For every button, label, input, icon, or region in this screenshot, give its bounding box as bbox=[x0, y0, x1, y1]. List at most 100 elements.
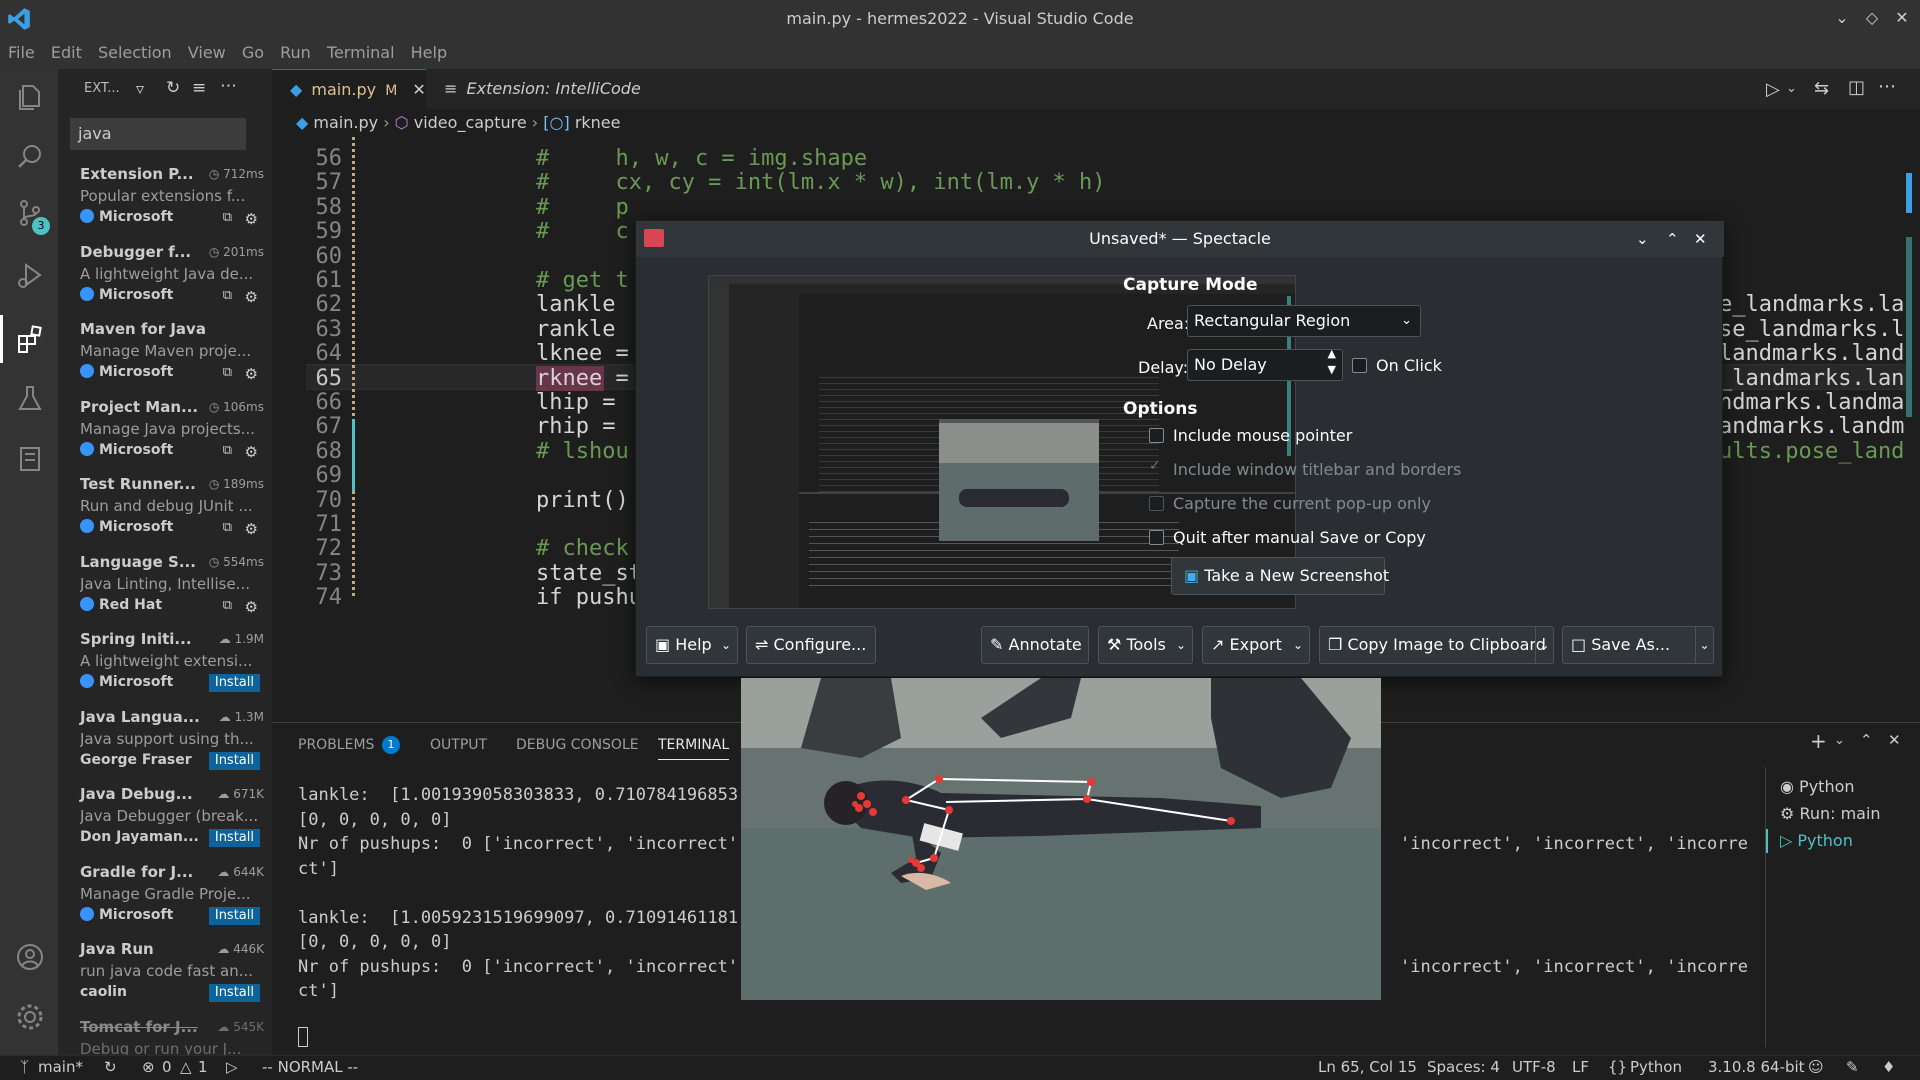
tab-terminal[interactable]: TERMINAL bbox=[658, 737, 730, 760]
sync-ignored-icon[interactable]: ⧉ bbox=[223, 365, 232, 380]
extension-item[interactable]: Project Man... ◷ 106ms Manage Java project… bbox=[58, 398, 272, 476]
extension-item[interactable]: Java Debug... ☁ 671K Java Debugger (break.… bbox=[58, 785, 272, 863]
manage-gear-icon[interactable]: ⚙ bbox=[245, 288, 258, 306]
close-icon[interactable]: ✕ bbox=[1892, 8, 1912, 28]
menu-edit[interactable]: Edit bbox=[43, 37, 82, 69]
quit-after-save-checkbox[interactable] bbox=[1149, 530, 1164, 545]
settings-gear-icon[interactable] bbox=[14, 1001, 46, 1033]
menu-help[interactable]: Help bbox=[403, 37, 447, 69]
search-icon[interactable] bbox=[14, 141, 46, 173]
save-as-button[interactable]: □ Save As... ⌄ bbox=[1562, 626, 1714, 664]
spectacle-maximize-icon[interactable]: ⌃ bbox=[1666, 221, 1679, 257]
cursor-position[interactable]: Ln 65, Col 15 bbox=[1318, 1058, 1417, 1076]
close-tab-icon[interactable]: ✕ bbox=[412, 80, 425, 99]
tab-problems[interactable]: PROBLEMS bbox=[298, 737, 374, 753]
sync-ignored-icon[interactable]: ⧉ bbox=[223, 443, 232, 458]
extensions-icon[interactable] bbox=[14, 323, 46, 355]
extension-item[interactable]: Java Run ☁ 446K run java code fast an... ca… bbox=[58, 940, 272, 1018]
explorer-icon[interactable] bbox=[14, 81, 46, 113]
breadcrumb-file[interactable]: main.py bbox=[313, 113, 378, 132]
breadcrumb-function[interactable]: video_capture bbox=[414, 113, 527, 132]
encoding[interactable]: UTF-8 bbox=[1512, 1058, 1556, 1076]
extension-search-input[interactable]: java bbox=[70, 118, 246, 150]
tab-main-py[interactable]: ◆ main.py M ✕ bbox=[272, 69, 426, 109]
menu-view[interactable]: View bbox=[180, 37, 226, 69]
line-ending[interactable]: LF bbox=[1572, 1058, 1589, 1076]
sync-ignored-icon[interactable]: ⧉ bbox=[223, 288, 232, 303]
editor-more-icon[interactable]: ⋯ bbox=[1878, 76, 1896, 97]
minimize-icon[interactable]: ⌄ bbox=[1832, 8, 1852, 28]
export-button[interactable]: ↗ Export ⌄ bbox=[1202, 626, 1310, 664]
tools-button[interactable]: ⚒ Tools ⌄ bbox=[1098, 626, 1193, 664]
refresh-icon[interactable]: ↻ bbox=[166, 78, 180, 98]
extension-item[interactable]: Tomcat for J... ☁ 545K Debug or run your J… bbox=[58, 1018, 272, 1056]
manage-gear-icon[interactable]: ⚙ bbox=[245, 210, 258, 228]
new-terminal-icon[interactable]: + bbox=[1810, 729, 1827, 753]
tab-extension-intellicode[interactable]: ≡ Extension: IntelliCode bbox=[426, 69, 652, 109]
annotate-button[interactable]: ✎ Annotate bbox=[981, 626, 1089, 664]
extension-item[interactable]: Debugger f... ◷ 201ms A lightweight Java d… bbox=[58, 243, 272, 321]
configure-button[interactable]: ⇌ Configure... bbox=[746, 626, 876, 664]
menu-run[interactable]: Run bbox=[272, 37, 311, 69]
python-interpreter[interactable]: 3.10.8 64-bit bbox=[1708, 1058, 1805, 1076]
tab-output[interactable]: OUTPUT bbox=[430, 737, 487, 753]
menu-file[interactable]: File bbox=[0, 37, 35, 69]
account-icon[interactable] bbox=[14, 941, 46, 973]
extension-item[interactable]: Gradle for J... ☁ 644K Manage Gradle Proje… bbox=[58, 863, 272, 941]
maximize-panel-icon[interactable]: ⌃ bbox=[1860, 731, 1873, 749]
terminal-item-python-active[interactable]: ▷ Python bbox=[1780, 831, 1853, 850]
chevron-down-icon[interactable]: ⌄ bbox=[1695, 627, 1713, 663]
error-count[interactable]: 0 bbox=[162, 1058, 172, 1076]
take-new-screenshot-button[interactable]: ▣ Take a New Screenshot bbox=[1171, 557, 1389, 595]
maximize-icon[interactable]: ◇ bbox=[1862, 8, 1882, 28]
extension-item[interactable]: Test Runner... ◷ 189ms Run and debug JUnit… bbox=[58, 475, 272, 553]
manage-gear-icon[interactable]: ⚙ bbox=[245, 598, 258, 616]
sync-icon[interactable]: ↻ bbox=[104, 1058, 117, 1076]
branch-status[interactable]: main* bbox=[38, 1058, 83, 1076]
clear-icon[interactable]: ≡ bbox=[192, 78, 206, 98]
indentation[interactable]: Spaces: 4 bbox=[1427, 1058, 1500, 1076]
more-actions-icon[interactable]: ⋯ bbox=[220, 76, 237, 96]
language-mode[interactable]: Python bbox=[1630, 1058, 1682, 1076]
notifications-icon[interactable]: ♦ bbox=[1882, 1058, 1895, 1076]
breadcrumb-variable[interactable]: rknee bbox=[575, 113, 621, 132]
help-button[interactable]: ▣ Help ⌄ bbox=[646, 626, 738, 664]
include-pointer-checkbox[interactable] bbox=[1149, 428, 1164, 443]
extension-item[interactable]: Java Langua... ☁ 1.3M Java support using t… bbox=[58, 708, 272, 786]
sync-ignored-icon[interactable]: ⧉ bbox=[223, 210, 232, 225]
extension-item[interactable]: Maven for Java Manage Maven proje... Micro… bbox=[58, 320, 272, 398]
spectacle-minimize-icon[interactable]: ⌄ bbox=[1636, 221, 1649, 257]
extension-item[interactable]: Spring Initi... ☁ 1.9M A lightweight exten… bbox=[58, 630, 272, 708]
chevron-down-icon[interactable]: ⌄ bbox=[1535, 627, 1553, 663]
run-debug-icon[interactable] bbox=[14, 259, 46, 291]
source-control-icon[interactable]: 3 bbox=[14, 197, 54, 237]
manage-gear-icon[interactable]: ⚙ bbox=[245, 443, 258, 461]
run-dropdown-icon[interactable]: ⌄ bbox=[1786, 81, 1797, 96]
manage-gear-icon[interactable]: ⚙ bbox=[245, 520, 258, 538]
remote-explorer-icon[interactable] bbox=[14, 443, 46, 475]
install-button[interactable]: Install bbox=[208, 829, 260, 847]
warning-count[interactable]: 1 bbox=[198, 1058, 208, 1076]
filter-icon[interactable]: ▿ bbox=[136, 79, 144, 98]
split-editor-icon[interactable]: ◫ bbox=[1848, 77, 1865, 98]
install-button[interactable]: Install bbox=[208, 906, 260, 925]
terminal-item-python[interactable]: ◉ Python bbox=[1780, 777, 1855, 796]
sync-ignored-icon[interactable]: ⧉ bbox=[223, 598, 232, 613]
manage-gear-icon[interactable]: ⚙ bbox=[245, 365, 258, 383]
install-button[interactable]: Install bbox=[208, 674, 260, 692]
spin-down-icon[interactable]: ▼ bbox=[1328, 362, 1336, 378]
compare-changes-icon[interactable]: ⇆ bbox=[1814, 78, 1829, 99]
copy-to-clipboard-button[interactable]: ❐ Copy Image to Clipboard ⌄ bbox=[1319, 626, 1554, 664]
testing-icon[interactable] bbox=[14, 383, 46, 415]
menu-terminal[interactable]: Terminal bbox=[319, 37, 395, 69]
debug-icon[interactable]: ▷ bbox=[226, 1058, 238, 1076]
spectacle-close-icon[interactable]: ✕ bbox=[1694, 221, 1707, 257]
terminal-dropdown-icon[interactable]: ⌄ bbox=[1834, 733, 1845, 748]
menu-selection[interactable]: Selection bbox=[90, 37, 172, 69]
copilot-icon[interactable]: ☺ bbox=[1808, 1058, 1824, 1076]
sync-ignored-icon[interactable]: ⧉ bbox=[223, 520, 232, 535]
run-python-icon[interactable]: ▷ bbox=[1766, 79, 1780, 100]
on-click-checkbox[interactable] bbox=[1352, 358, 1367, 373]
delay-spinbox[interactable]: No Delay ▲ ▼ bbox=[1187, 346, 1343, 381]
spin-up-icon[interactable]: ▲ bbox=[1328, 346, 1336, 362]
